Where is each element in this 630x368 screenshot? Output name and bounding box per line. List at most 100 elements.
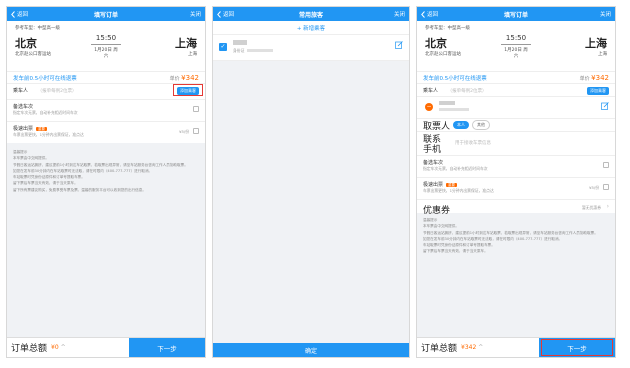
screen-fill-order-filled: 返回 填写订单 关闭 参考车型：中型高一级 北京 上海 15:50 1月20日 … [416,6,616,358]
to-station: 上海 [598,52,607,57]
contact-phone-input[interactable]: 用于接收车票信息 [455,140,491,146]
unit-price-label: 单价 [579,75,590,82]
fast-ticket-badge: 重要 [446,183,458,187]
price-bar: 发车前0.5小时可在线退票 单价 ¥342 [7,71,205,83]
checkmark-icon[interactable]: ✓ [219,43,227,51]
highlight-box [541,339,613,356]
ticket-taker-self-tag[interactable]: 本人 [453,121,470,129]
unit-price-label: 单价 [169,75,180,82]
passenger-item[interactable]: ✓ 身份证 [213,35,409,61]
add-passenger-button[interactable]: + 新增乘客 [213,21,409,35]
nav-bar: 返回 填写订单 关闭 [417,7,615,21]
passenger-row: 乘车人 （报单每例2位票） 添加乘客 [417,83,615,96]
refund-notice: 发车前0.5小时可在线退票 [13,75,77,82]
fast-ticket-badge: 重要 [36,127,48,131]
vehicle-info: 参考车型：中型高一级 [15,26,60,31]
screen-fill-order: 返回 填写订单 关闭 参考车型：中型高一级 北京 上海 15:50 1月20日 … [6,6,206,358]
coupon-value: 暂无优惠券 [582,205,601,210]
next-button[interactable]: 下一步 [539,338,615,357]
tips-line: 节假日客运站拥挤，建议提前1小时到达车站取票，若取票出现异常，请至车站服务台咨询… [13,162,188,167]
nav-bar: 返回 常用旅客 关闭 [213,7,409,21]
alternate-trip-desc: 指定车次无票，自动补充相近时间车次 [13,110,78,115]
page-title: 常用旅客 [298,11,323,19]
page-title: 填写订单 [93,11,118,19]
route-line [91,44,121,45]
page-title: 填写订单 [503,11,528,19]
chevron-right-icon: › [606,203,609,210]
order-total[interactable]: 订单总额 ¥0 ^ [7,338,129,357]
trip-card: 参考车型：中型高一级 北京 上海 15:50 1月20日 周 六 北京赵公口客运… [417,21,615,71]
passenger-row: 乘车人 （报单每例2位票） 添加乘客 [7,83,205,99]
fast-ticket-checkbox[interactable] [603,184,609,190]
unit-price: 单价 ¥342 [580,74,609,82]
unit-price-value: ¥342 [591,73,609,82]
contact-label: 联系手机 [423,135,442,155]
passenger-label: 乘车人 [13,88,29,94]
contact-row: 联系手机 用于接收车票信息 [417,131,615,155]
departure-time: 15:50 [505,34,527,42]
passenger-name-redacted [233,40,247,45]
fast-ticket-desc: 车票出票更快，1分钟内出票保证，准点达 [13,132,84,137]
order-total-amount: ¥0 [51,344,59,351]
confirm-button[interactable]: 确定 [213,343,409,357]
passenger-placeholder: （报单每例2位票） [447,89,487,94]
alternate-trip-row: 备选车次 指定车次无票，自动补充相近时间车次 [417,155,615,177]
tips-section: 温馨提示 本车票由中交网提供。 节假日客运站拥挤，建议提前1小时到达车站取票，若… [7,143,205,199]
tips-line: 节假日客运站拥挤，建议提前1小时到达车站取票，若取票出现异常，请至车站服务台咨询… [423,230,598,235]
remove-passenger-icon[interactable]: − [425,103,433,111]
alternate-trip-label: 备选车次 [423,160,444,166]
fast-ticket-checkbox[interactable] [193,128,199,134]
ticket-taker-other-tag[interactable]: 其他 [472,120,491,130]
passenger-id-redacted [439,108,469,111]
passenger-label: 乘车人 [423,88,439,94]
ticket-taker-label: 取票人 [423,121,451,132]
chevron-up-icon: ^ [60,344,66,351]
unit-price-value: ¥342 [181,73,199,82]
vehicle-info: 参考车型：中型高一级 [425,26,470,31]
fast-ticket-row: 极速出票 重要 车票出票更快，1分钟内出票保证，准点达 ¥5/份 [417,177,615,199]
order-total-label: 订单总额 [11,344,48,354]
order-total-amount: ¥342 [461,344,477,351]
passenger-id-redacted [247,49,273,52]
edit-icon[interactable] [395,41,403,49]
close-button[interactable]: 关闭 [394,10,405,18]
passenger-name-redacted [439,101,455,105]
coupon-label: 优惠券 [423,206,451,216]
route-line [501,44,531,45]
coupon-row[interactable]: 优惠券 暂无优惠券 › [417,199,615,216]
price-bar: 发车前0.5小时可在线退票 单价 ¥342 [417,71,615,83]
alternate-trip-checkbox[interactable] [603,162,609,168]
passenger-id-label: 身份证 [233,48,245,53]
from-station: 北京赵公口客运站 [425,52,461,57]
order-footer: 订单总额 ¥342 ^ 下一步 [417,337,615,357]
screen-frequent-passengers: 返回 常用旅客 关闭 + 新增乘客 ✓ 身份证 确定 [212,6,410,358]
selected-passenger-row: − [417,96,615,118]
alternate-trip-row: 备选车次 指定车次无票，自动补充相近时间车次 [7,99,205,121]
unit-price: 单价 ¥342 [170,74,199,82]
passenger-placeholder: （报单每例2位票） [37,89,77,94]
departure-time: 15:50 [95,34,117,42]
trip-card: 参考车型：中型高一级 北京 上海 15:50 1月20日 周 六 北京赵公口客运… [7,21,205,71]
fast-ticket-desc: 车票出票更快，1分钟内出票保证，准点达 [423,188,494,193]
refund-notice: 发车前0.5小时可在线退票 [423,75,487,82]
close-button[interactable]: 关闭 [600,10,611,18]
add-passenger-button[interactable]: 添加乘客 [587,87,609,95]
fast-ticket-price: ¥5/份 [589,185,599,190]
alternate-trip-checkbox[interactable] [193,106,199,112]
highlight-box [173,84,203,96]
order-total[interactable]: 订单总额 ¥342 ^ [417,338,539,357]
fast-ticket-row: 极速出票 重要 车票出票更快，1分钟内出票保证，准点达 ¥5/份 [7,121,205,143]
tips-section: 温馨提示 本车票由中交网提供。 节假日客运站拥挤，建议提前1小时到达车站取票，若… [417,213,615,261]
close-button[interactable]: 关闭 [190,10,201,18]
from-station: 北京赵公口客运站 [15,52,51,57]
chevron-up-icon: ^ [478,344,484,351]
next-button[interactable]: 下一步 [129,338,205,357]
tips-line: 留下票后车票当天有效，请于当天乘车。 [423,249,488,254]
alternate-trip-label: 备选车次 [13,104,34,110]
fast-ticket-price: ¥5/份 [179,129,189,134]
order-total-label: 订单总额 [421,344,458,354]
edit-icon[interactable] [601,102,609,110]
alternate-trip-desc: 指定车次无票，自动补充相近时间车次 [423,166,488,171]
nav-bar: 返回 填写订单 关闭 [7,7,205,21]
order-footer: 订单总额 ¥0 ^ 下一步 [7,337,205,357]
